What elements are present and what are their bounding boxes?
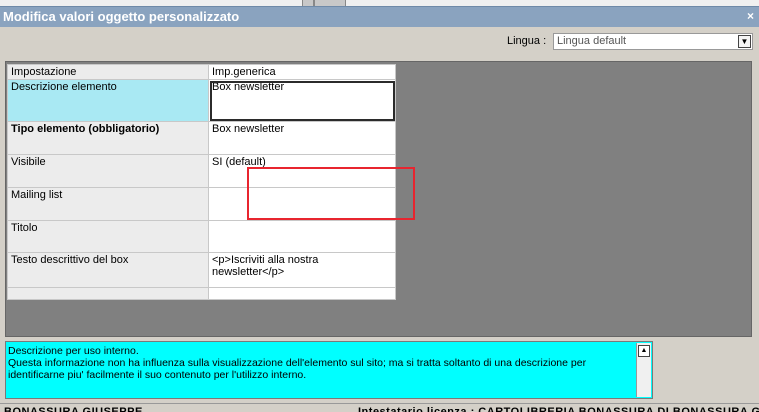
properties-grid-area: Impostazione Imp.generica Descrizione el…: [5, 61, 752, 337]
row-value[interactable]: SI (default): [208, 154, 396, 188]
scroll-up-icon[interactable]: ▲: [638, 345, 650, 357]
dialog-title: Modifica valori oggetto personalizzato: [3, 9, 240, 24]
row-label[interactable]: Tipo elemento (obbligatorio): [7, 121, 209, 155]
row-value-input[interactable]: Box newsletter: [208, 79, 396, 122]
row-label[interactable]: Visibile: [7, 154, 209, 188]
table-row[interactable]: [7, 287, 396, 300]
row-label[interactable]: [7, 287, 209, 300]
description-text: Descrizione per uso interno. Questa info…: [8, 345, 628, 381]
table-row[interactable]: Testo descrittivo del box <p>Iscriviti a…: [7, 252, 396, 288]
table-row[interactable]: Visibile SI (default): [7, 154, 396, 188]
row-label[interactable]: Mailing list: [7, 187, 209, 221]
row-value[interactable]: [208, 220, 396, 253]
description-scrollbar[interactable]: ▲: [636, 343, 651, 397]
table-header-row: Impostazione Imp.generica: [7, 64, 396, 80]
row-value[interactable]: <p>Iscriviti alla nostra newsletter</p>: [208, 252, 396, 288]
column-header-imp-generica: Imp.generica: [208, 64, 396, 80]
description-panel[interactable]: Descrizione per uso interno. Questa info…: [5, 341, 653, 399]
description-title: Descrizione per uso interno.: [8, 345, 139, 357]
table-row[interactable]: Tipo elemento (obbligatorio) Box newslet…: [7, 121, 396, 155]
description-body: Questa informazione non ha influenza sul…: [8, 357, 587, 381]
row-value[interactable]: [208, 187, 396, 221]
dialog-titlebar[interactable]: Modifica valori oggetto personalizzato ×: [0, 6, 759, 27]
table-row[interactable]: Titolo: [7, 220, 396, 253]
table-row[interactable]: Descrizione elemento Box newsletter: [7, 79, 396, 122]
lingua-label: Lingua :: [507, 35, 547, 47]
table-row[interactable]: Mailing list: [7, 187, 396, 221]
row-value[interactable]: Box newsletter: [208, 121, 396, 155]
column-header-impostazione: Impostazione: [7, 64, 209, 80]
row-label[interactable]: Testo descrittivo del box: [7, 252, 209, 288]
row-label[interactable]: Titolo: [7, 220, 209, 253]
row-value[interactable]: [208, 287, 396, 300]
lingua-select[interactable]: Lingua default ▼: [553, 33, 753, 50]
lingua-select-value: Lingua default: [557, 35, 627, 47]
chevron-down-icon[interactable]: ▼: [738, 35, 751, 48]
close-icon[interactable]: ×: [747, 9, 754, 23]
properties-table: Impostazione Imp.generica Descrizione el…: [7, 64, 396, 300]
row-label[interactable]: Descrizione elemento: [7, 79, 209, 122]
